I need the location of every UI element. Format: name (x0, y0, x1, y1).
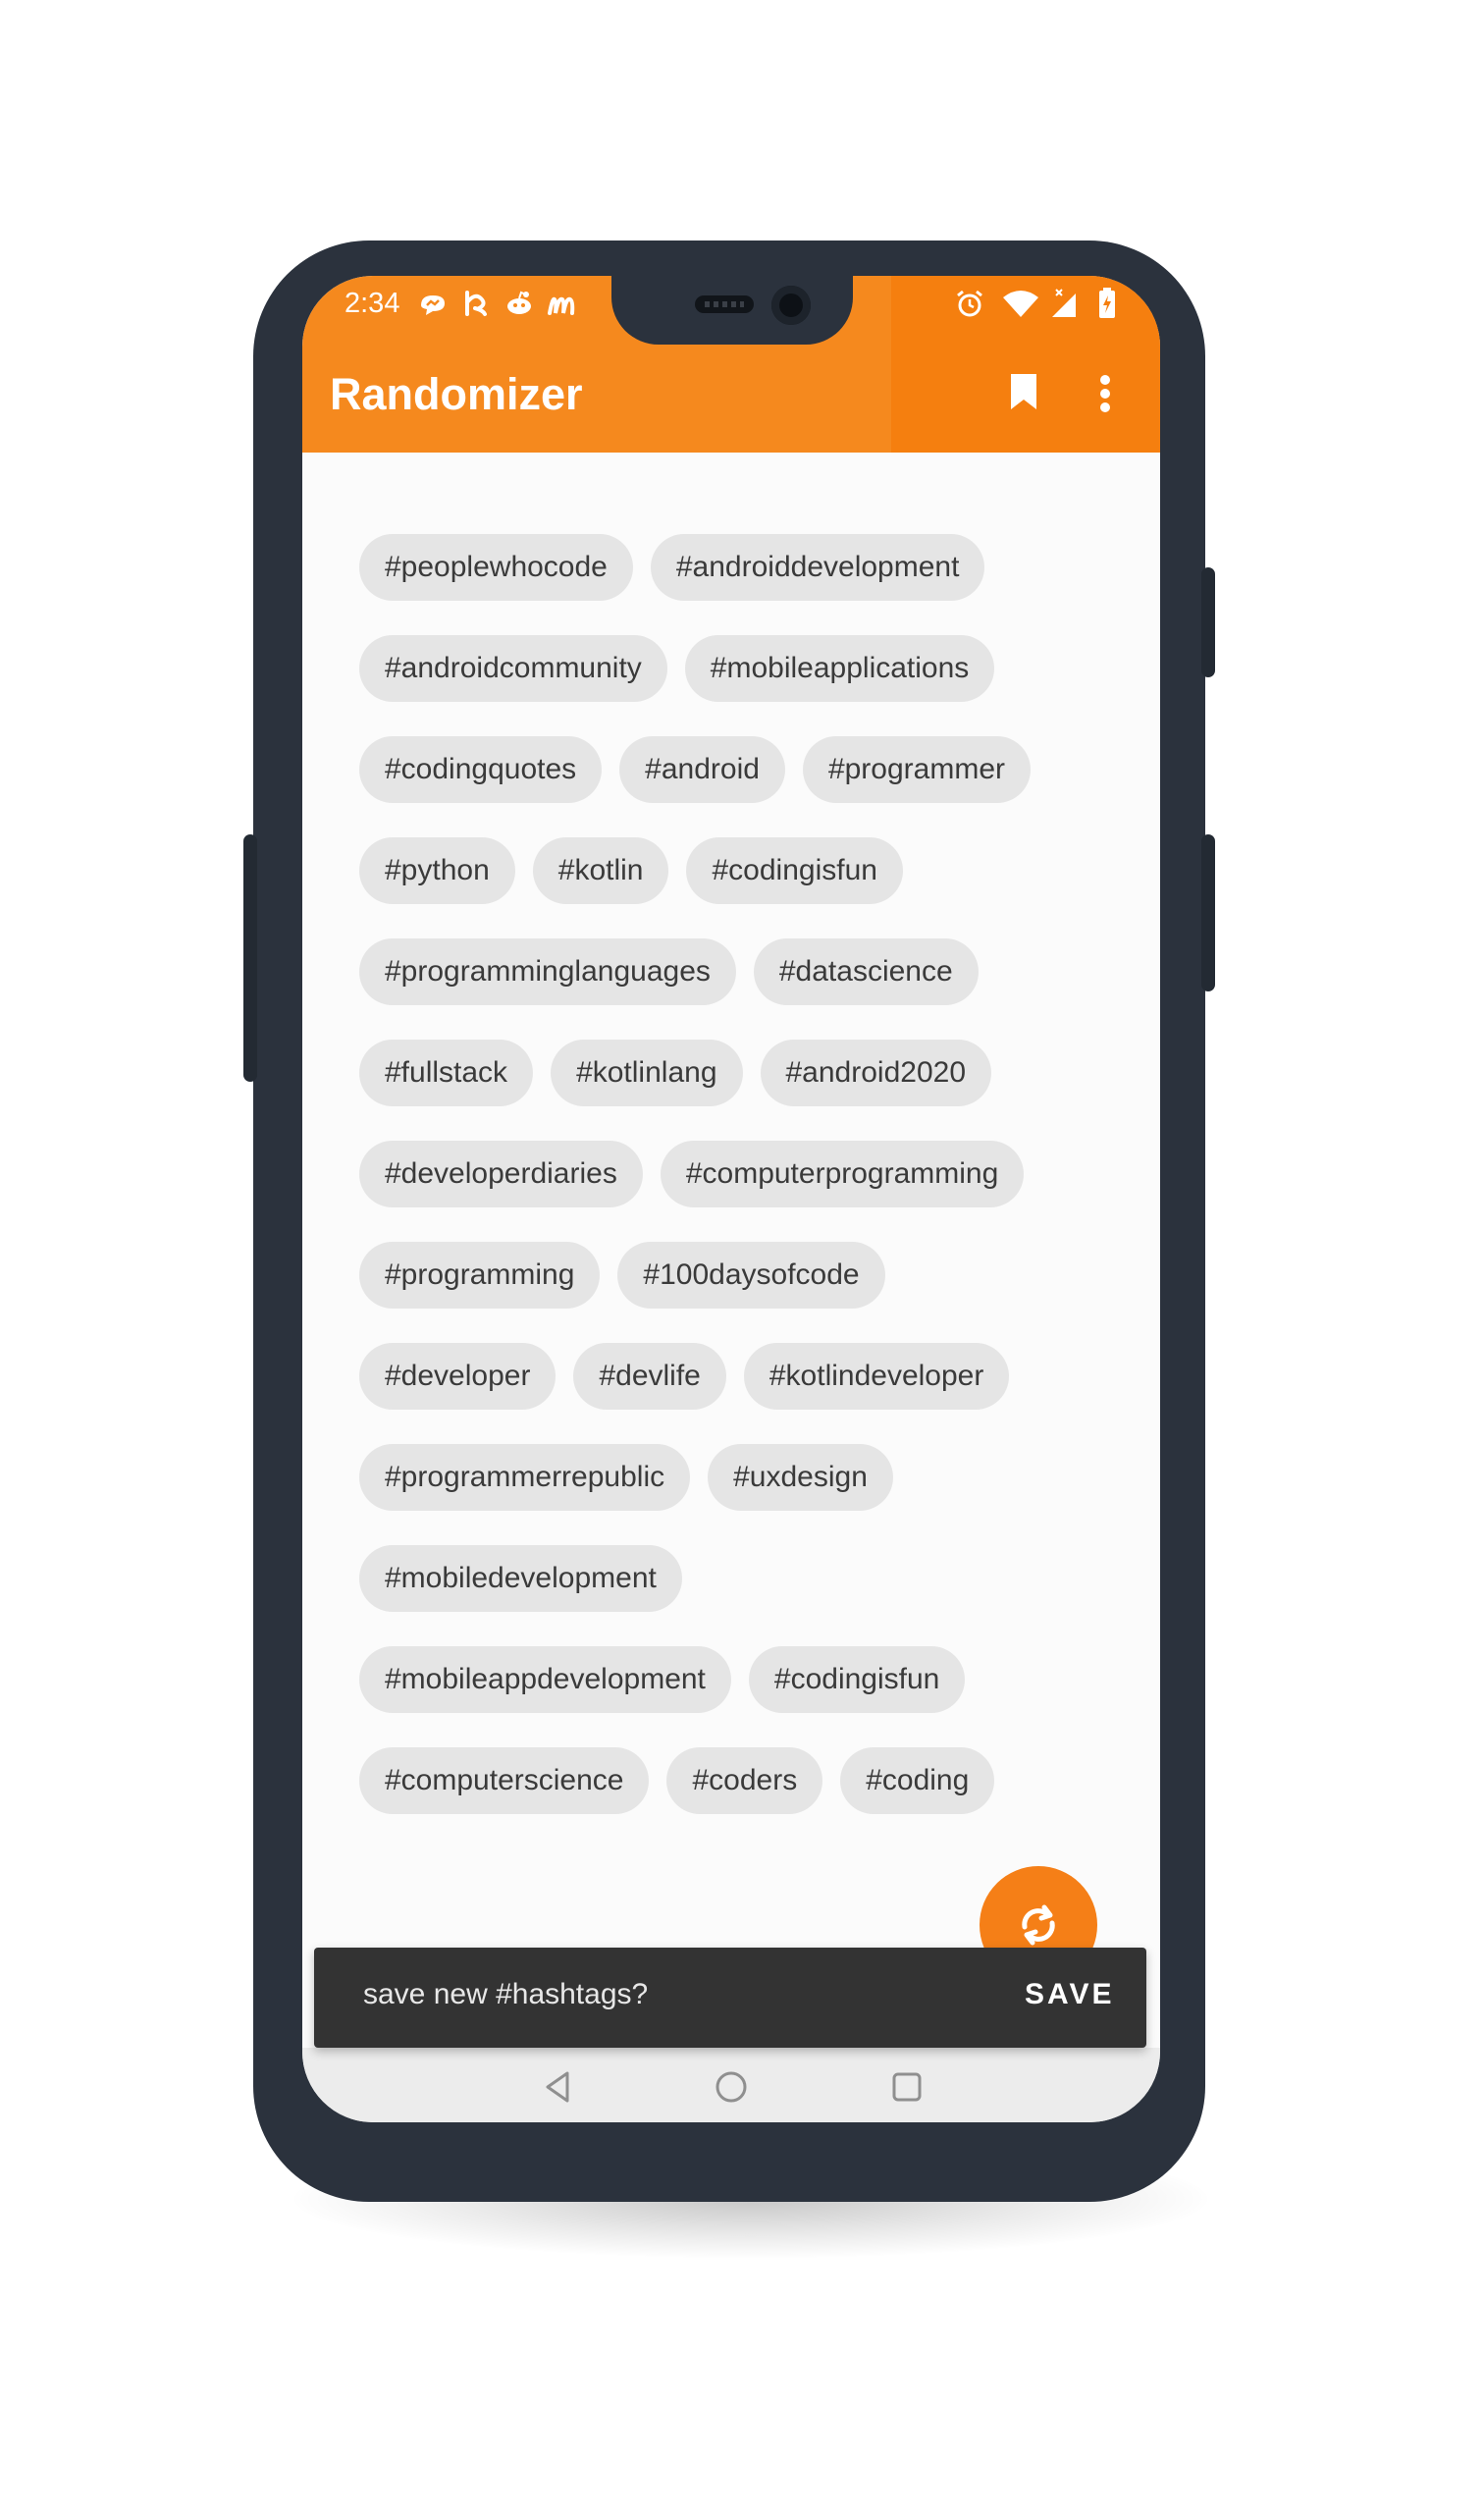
hashtag-chip[interactable]: #devlife (573, 1343, 726, 1410)
signal-icon (1051, 288, 1076, 317)
snackbar-save-button[interactable]: SAVE (1025, 1978, 1114, 2011)
hashtag-chip[interactable]: #programming (359, 1242, 601, 1309)
wifi-icon (1002, 290, 1038, 317)
hashtag-chip[interactable]: #codingquotes (359, 736, 603, 803)
messenger-icon (421, 294, 445, 315)
hashtag-chip[interactable]: #python (359, 837, 515, 904)
back-icon[interactable] (538, 2067, 577, 2107)
hashtag-chip[interactable]: #android2020 (760, 1040, 992, 1106)
app-icon (464, 290, 487, 316)
hashtag-chip[interactable]: #kotlindeveloper (743, 1343, 1010, 1410)
chip-row: #mobileappdevelopment #codingisfun (359, 1646, 1105, 1713)
bookmark-icon[interactable] (1009, 372, 1038, 411)
volume-button (243, 834, 257, 1082)
hashtag-chip[interactable]: #coding (840, 1747, 995, 1814)
snackbar: save new #hashtags? SAVE (314, 1948, 1146, 2048)
hashtag-chip[interactable]: #kotlin (532, 837, 669, 904)
hashtag-chip[interactable]: #kotlinlang (551, 1040, 743, 1106)
chip-row: #python #kotlin #codingisfun (359, 837, 1105, 904)
hashtag-chip[interactable]: #programminglanguages (359, 938, 736, 1005)
hashtag-chip[interactable]: #fullstack (359, 1040, 534, 1106)
hashtag-chip[interactable]: #computerscience (359, 1747, 650, 1814)
reddit-icon (506, 291, 531, 314)
chip-row: #programminglanguages #datascience (359, 938, 1105, 1005)
chip-row: #fullstack #kotlinlang #android2020 (359, 1040, 1105, 1106)
system-nav-bar (302, 2048, 1160, 2122)
hashtag-chip[interactable]: #uxdesign (708, 1444, 893, 1511)
chip-row: #computerscience #coders #coding (359, 1747, 1105, 1814)
hashtag-chip[interactable]: #mobiledevelopment (359, 1545, 682, 1612)
hashtag-chip[interactable]: #developerdiaries (359, 1141, 643, 1207)
hashtag-chip[interactable]: #mobileapplications (684, 635, 995, 702)
hashtag-chip[interactable]: #programmer (802, 736, 1031, 803)
hashtag-chip[interactable]: #peoplewhocode (359, 534, 633, 601)
hashtag-chip[interactable]: #developer (359, 1343, 556, 1410)
chip-row: #mobiledevelopment (359, 1545, 1105, 1612)
home-icon[interactable] (712, 2067, 751, 2107)
hashtag-chip[interactable]: #computerprogramming (660, 1141, 1025, 1207)
system-status-icons (954, 286, 1118, 320)
hashtag-chip[interactable]: #datascience (753, 938, 979, 1005)
status-time: 2:34 (344, 288, 400, 319)
hashtag-chip[interactable]: #mobileappdevelopment (359, 1646, 731, 1713)
chip-row: #peoplewhocode #androiddevelopment (359, 534, 1105, 601)
hashtag-chip[interactable]: #android (619, 736, 785, 803)
hashtag-chip-group: #peoplewhocode #androiddevelopment #androi… (359, 534, 1105, 1814)
recents-icon[interactable] (887, 2067, 927, 2107)
chip-row: #androidcommunity #mobileapplications (359, 635, 1105, 702)
hashtag-chip[interactable]: #codingisfun (686, 837, 903, 904)
chip-row: #developerdiaries #computerprogramming (359, 1141, 1105, 1207)
speaker-grille (705, 301, 744, 307)
hashtag-chip[interactable]: #codingisfun (748, 1646, 966, 1713)
snackbar-message: save new #hashtags? (363, 1978, 649, 2010)
notification-icons (418, 286, 578, 318)
chip-row: #programmerrepublic #uxdesign (359, 1444, 1105, 1511)
hashtag-chip[interactable]: #coders (666, 1747, 823, 1814)
front-camera (771, 286, 811, 325)
hashtag-chip[interactable]: #100daysofcode (617, 1242, 885, 1309)
alarm-icon (957, 290, 982, 317)
chip-row: #developer #devlife #kotlindeveloper (359, 1343, 1105, 1410)
power-button (1201, 567, 1215, 677)
more-vert-icon[interactable] (1099, 374, 1111, 413)
chip-row: #programming #100daysofcode (359, 1242, 1105, 1309)
m-app-icon (548, 296, 575, 315)
app-screen: 2:34 Randomizer #peoplewhocode #androidd… (302, 276, 1160, 2122)
hashtag-chip[interactable]: #androiddevelopment (650, 534, 985, 601)
hashtag-chip[interactable]: #programmerrepublic (359, 1444, 691, 1511)
battery-icon (1099, 287, 1116, 318)
refresh-icon (1022, 1904, 1055, 1946)
app-title: Randomizer (330, 369, 583, 419)
alert-slider (1201, 834, 1215, 991)
hashtag-chip[interactable]: #androidcommunity (359, 635, 667, 702)
chip-row: #codingquotes #android #programmer (359, 736, 1105, 803)
